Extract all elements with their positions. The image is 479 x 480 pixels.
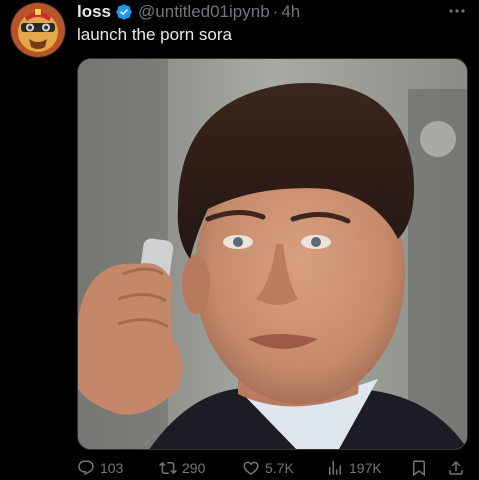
timestamp[interactable]: 4h bbox=[281, 2, 300, 22]
user-handle[interactable]: @untitled01ipynb bbox=[138, 2, 270, 22]
retweet-button[interactable]: 290 bbox=[159, 459, 205, 477]
bookmark-icon bbox=[410, 459, 428, 477]
views-button[interactable]: 197K bbox=[326, 459, 382, 477]
retweet-icon bbox=[159, 459, 177, 477]
views-count: 197K bbox=[349, 460, 382, 476]
verified-badge-icon bbox=[115, 3, 133, 21]
retweet-count: 290 bbox=[182, 460, 206, 476]
avatar[interactable] bbox=[11, 3, 65, 57]
tweet[interactable]: loss @untitled01ipynb · 4h launch the po… bbox=[0, 0, 479, 480]
display-name[interactable]: loss bbox=[77, 2, 111, 22]
tweet-image[interactable] bbox=[77, 58, 468, 450]
tweet-text: launch the porn sora bbox=[77, 25, 232, 44]
share-button[interactable] bbox=[447, 459, 465, 477]
views-chart-icon bbox=[326, 459, 344, 477]
reply-count: 103 bbox=[100, 460, 124, 476]
tweet-header: loss @untitled01ipynb · 4h bbox=[77, 1, 300, 23]
reply-button[interactable]: 103 bbox=[77, 459, 123, 477]
bookmark-button[interactable] bbox=[410, 459, 428, 477]
action-bar: 103 290 5.7K 197K bbox=[77, 458, 469, 478]
share-icon bbox=[447, 459, 465, 477]
reply-icon bbox=[77, 459, 95, 477]
like-button[interactable]: 5.7K bbox=[242, 459, 294, 477]
like-count: 5.7K bbox=[265, 460, 294, 476]
separator-dot: · bbox=[272, 2, 279, 21]
heart-icon bbox=[242, 459, 260, 477]
more-horizontal-icon[interactable] bbox=[447, 4, 467, 18]
